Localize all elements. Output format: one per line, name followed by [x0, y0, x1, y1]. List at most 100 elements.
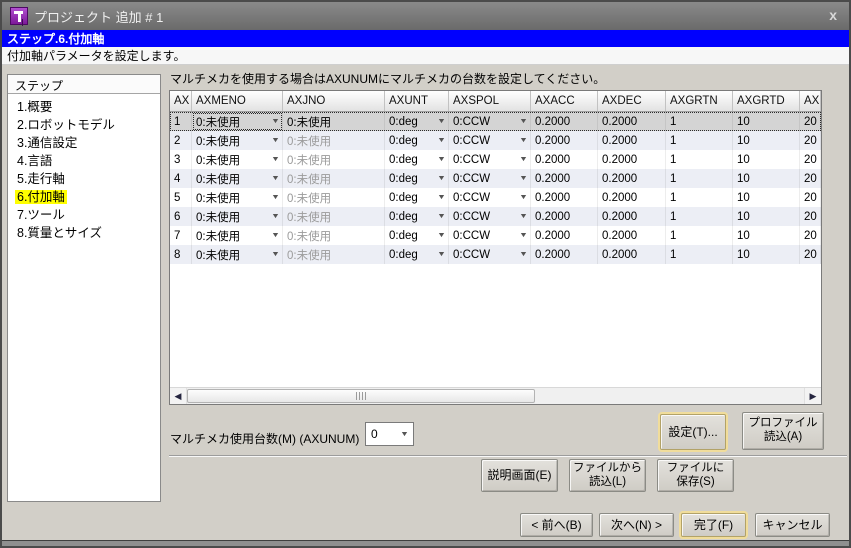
cell-axmeno[interactable]: 0:未使用▼: [192, 150, 283, 169]
file-load-button[interactable]: ファイルから 読込(L): [569, 459, 646, 492]
column-header-axmeno[interactable]: AXMENO: [192, 91, 283, 111]
resize-grip[interactable]: [841, 540, 843, 542]
column-header-axdec[interactable]: AXDEC: [598, 91, 666, 111]
cell-axunt[interactable]: 0:deg▼: [385, 245, 449, 264]
chevron-down-icon[interactable]: ▼: [519, 194, 528, 201]
sidebar-item-label: 2.ロボットモデル: [15, 118, 117, 132]
column-header-axunt[interactable]: AXUNT: [385, 91, 449, 111]
cell-axgrtd: 10: [733, 150, 800, 169]
chevron-down-icon[interactable]: ▼: [437, 118, 446, 125]
column-header-ax[interactable]: AX: [170, 91, 192, 111]
chevron-down-icon[interactable]: ▼: [271, 118, 280, 125]
column-header-axspol[interactable]: AXSPOL: [449, 91, 531, 111]
cell-value: 1: [670, 192, 676, 204]
close-icon[interactable]: x: [829, 7, 837, 23]
cell-axunt[interactable]: 0:deg▼: [385, 150, 449, 169]
scrollbar-thumb[interactable]: [187, 389, 535, 403]
chevron-down-icon[interactable]: ▼: [519, 213, 528, 220]
sidebar-item-step-6[interactable]: 6.付加軸: [8, 188, 160, 206]
sidebar-item-step-4[interactable]: 4.言語: [8, 152, 160, 170]
chevron-down-icon[interactable]: ▼: [437, 213, 446, 220]
chevron-down-icon[interactable]: ▼: [437, 137, 446, 144]
chevron-down-icon[interactable]: ▼: [519, 118, 528, 125]
chevron-down-icon[interactable]: ▼: [271, 156, 280, 163]
title-bar[interactable]: プロジェクト 追加 # 1 x: [2, 2, 849, 30]
sidebar-item-step-8[interactable]: 8.質量とサイズ: [8, 224, 160, 242]
table-row[interactable]: 80:未使用▼0:未使用0:deg▼0:CCW▼0.20000.20001102…: [170, 245, 821, 264]
profile-load-button[interactable]: プロファイル 読込(A): [742, 412, 824, 450]
chevron-down-icon[interactable]: ▼: [519, 175, 528, 182]
chevron-down-icon[interactable]: ▼: [437, 232, 446, 239]
cell-axunt[interactable]: 0:deg▼: [385, 207, 449, 226]
cell-axspol[interactable]: 0:CCW▼: [449, 112, 531, 131]
scroll-left-icon[interactable]: ◀: [170, 388, 187, 404]
column-header-axgrtn[interactable]: AXGRTN: [666, 91, 733, 111]
next-button[interactable]: 次へ(N) >: [599, 513, 674, 537]
cell-axmeno[interactable]: 0:未使用▼: [192, 169, 283, 188]
table-row[interactable]: 60:未使用▼0:未使用0:deg▼0:CCW▼0.20000.20001102…: [170, 207, 821, 226]
sidebar-item-step-3[interactable]: 3.通信設定: [8, 134, 160, 152]
column-header-axgrtd[interactable]: AXGRTD: [733, 91, 800, 111]
column-header-axjno[interactable]: AXJNO: [283, 91, 385, 111]
file-save-button[interactable]: ファイルに 保存(S): [657, 459, 734, 492]
cell-value: 6: [174, 211, 180, 223]
chevron-down-icon[interactable]: ▼: [271, 232, 280, 239]
cell-axspol[interactable]: 0:CCW▼: [449, 188, 531, 207]
chevron-down-icon[interactable]: ▼: [271, 213, 280, 220]
axunum-combobox[interactable]: 0 ▼: [365, 422, 414, 446]
cell-axunt[interactable]: 0:deg▼: [385, 131, 449, 150]
chevron-down-icon[interactable]: ▼: [271, 251, 280, 258]
cell-ax2: 20: [800, 207, 821, 226]
chevron-down-icon[interactable]: ▼: [519, 156, 528, 163]
cell-axmeno[interactable]: 0:未使用▼: [192, 245, 283, 264]
column-header-axacc[interactable]: AXACC: [531, 91, 598, 111]
chevron-down-icon[interactable]: ▼: [437, 175, 446, 182]
table-row[interactable]: 70:未使用▼0:未使用0:deg▼0:CCW▼0.20000.20001102…: [170, 226, 821, 245]
cell-value: 20: [804, 211, 817, 223]
settings-button[interactable]: 設定(T)...: [660, 414, 726, 450]
chevron-down-icon[interactable]: ▼: [437, 194, 446, 201]
scroll-right-icon[interactable]: ▶: [804, 388, 821, 404]
table-row[interactable]: 10:未使用▼0:未使用0:deg▼0:CCW▼0.20000.20001102…: [170, 112, 821, 131]
cell-axunt[interactable]: 0:deg▼: [385, 188, 449, 207]
cell-axspol[interactable]: 0:CCW▼: [449, 131, 531, 150]
chevron-down-icon[interactable]: ▼: [519, 232, 528, 239]
cell-axunt[interactable]: 0:deg▼: [385, 112, 449, 131]
chevron-down-icon[interactable]: ▼: [271, 194, 280, 201]
dialog-content: ステップ 1.概要2.ロボットモデル3.通信設定4.言語5.走行軸6.付加軸7.…: [2, 65, 849, 548]
chevron-down-icon[interactable]: ▼: [437, 251, 446, 258]
chevron-down-icon[interactable]: ▼: [519, 251, 528, 258]
sidebar-item-step-2[interactable]: 2.ロボットモデル: [8, 116, 160, 134]
cancel-button[interactable]: キャンセル: [755, 513, 830, 537]
chevron-down-icon[interactable]: ▼: [437, 156, 446, 163]
chevron-down-icon[interactable]: ▼: [271, 175, 280, 182]
help-screen-button[interactable]: 説明画面(E): [481, 459, 558, 492]
cell-axmeno[interactable]: 0:未使用▼: [192, 226, 283, 245]
cell-axspol[interactable]: 0:CCW▼: [449, 226, 531, 245]
cell-axmeno[interactable]: 0:未使用▼: [192, 112, 283, 131]
cell-axunt[interactable]: 0:deg▼: [385, 226, 449, 245]
cell-axmeno[interactable]: 0:未使用▼: [192, 131, 283, 150]
cell-axmeno[interactable]: 0:未使用▼: [192, 207, 283, 226]
cell-axspol[interactable]: 0:CCW▼: [449, 207, 531, 226]
cell-axunt[interactable]: 0:deg▼: [385, 169, 449, 188]
sidebar-item-step-7[interactable]: 7.ツール: [8, 206, 160, 224]
cell-axspol[interactable]: 0:CCW▼: [449, 150, 531, 169]
sidebar-item-step-5[interactable]: 5.走行軸: [8, 170, 160, 188]
sidebar-item-step-1[interactable]: 1.概要: [8, 98, 160, 116]
cell-axmeno[interactable]: 0:未使用▼: [192, 188, 283, 207]
axis-parameter-table[interactable]: AXAXMENOAXJNOAXUNTAXSPOLAXACCAXDECAXGRTN…: [169, 90, 822, 405]
cell-value: 3: [174, 154, 180, 166]
table-row[interactable]: 50:未使用▼0:未使用0:deg▼0:CCW▼0.20000.20001102…: [170, 188, 821, 207]
chevron-down-icon[interactable]: ▼: [519, 137, 528, 144]
chevron-down-icon[interactable]: ▼: [271, 137, 280, 144]
finish-button[interactable]: 完了(F): [681, 513, 746, 537]
column-header-ax[interactable]: AX: [800, 91, 821, 111]
cell-axspol[interactable]: 0:CCW▼: [449, 245, 531, 264]
table-row[interactable]: 40:未使用▼0:未使用0:deg▼0:CCW▼0.20000.20001102…: [170, 169, 821, 188]
table-row[interactable]: 20:未使用▼0:未使用0:deg▼0:CCW▼0.20000.20001102…: [170, 131, 821, 150]
back-button[interactable]: < 前へ(B): [520, 513, 593, 537]
horizontal-scrollbar[interactable]: ◀ ▶: [170, 387, 821, 404]
table-row[interactable]: 30:未使用▼0:未使用0:deg▼0:CCW▼0.20000.20001102…: [170, 150, 821, 169]
cell-axspol[interactable]: 0:CCW▼: [449, 169, 531, 188]
